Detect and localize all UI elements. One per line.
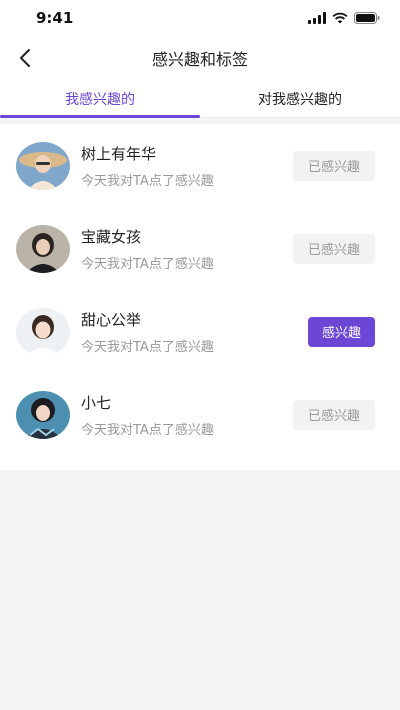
tab-my-interests[interactable]: 我感兴趣的	[0, 80, 200, 118]
status-time: 9:41	[36, 9, 74, 27]
tab-interested-in-me[interactable]: 对我感兴趣的	[200, 80, 400, 117]
user-desc: 今天我对TA点了感兴趣	[81, 173, 214, 189]
list-item[interactable]: 宝藏女孩 今天我对TA点了感兴趣 已感兴趣	[0, 207, 400, 290]
user-info: 宝藏女孩 今天我对TA点了感兴趣	[81, 226, 293, 272]
user-info: 小七 今天我对TA点了感兴趣	[81, 392, 293, 438]
interested-status-button[interactable]: 已感兴趣	[293, 233, 375, 264]
avatar[interactable]	[16, 224, 70, 273]
back-button[interactable]	[10, 43, 40, 73]
user-name: 甜心公举	[81, 310, 142, 329]
signal-icon	[308, 12, 326, 24]
status-icons	[308, 12, 380, 24]
interested-status-button[interactable]: 已感兴趣	[293, 150, 375, 181]
list-item[interactable]: 树上有年华 今天我对TA点了感兴趣 已感兴趣	[0, 124, 400, 207]
avatar[interactable]	[16, 307, 70, 356]
page-title: 感兴趣和标签	[151, 50, 248, 69]
user-desc: 今天我对TA点了感兴趣	[81, 422, 214, 438]
interest-button[interactable]: 感兴趣	[308, 316, 375, 347]
avatar[interactable]	[16, 141, 70, 190]
back-arrow-icon	[20, 49, 30, 67]
user-desc: 今天我对TA点了感兴趣	[81, 339, 214, 355]
user-name: 宝藏女孩	[81, 227, 142, 246]
avatar[interactable]	[16, 390, 70, 439]
wifi-icon	[332, 12, 348, 24]
list-item[interactable]: 甜心公举 今天我对TA点了感兴趣 感兴趣	[0, 290, 400, 373]
battery-icon	[354, 12, 380, 24]
user-desc: 今天我对TA点了感兴趣	[81, 256, 214, 272]
list-item[interactable]: 小七 今天我对TA点了感兴趣 已感兴趣	[0, 373, 400, 456]
user-info: 甜心公举 今天我对TA点了感兴趣	[81, 309, 308, 355]
user-name: 小七	[81, 393, 112, 412]
nav-bar: 感兴趣和标签	[0, 36, 400, 80]
user-list: 树上有年华 今天我对TA点了感兴趣 已感兴趣 宝藏女孩 今天我对TA点了感兴趣 …	[0, 124, 400, 470]
user-info: 树上有年华 今天我对TA点了感兴趣	[81, 143, 293, 189]
status-bar: 9:41	[0, 0, 400, 36]
interested-status-button[interactable]: 已感兴趣	[293, 399, 375, 430]
tab-bar: 我感兴趣的 对我感兴趣的	[0, 80, 400, 118]
user-name: 树上有年华	[81, 144, 157, 163]
